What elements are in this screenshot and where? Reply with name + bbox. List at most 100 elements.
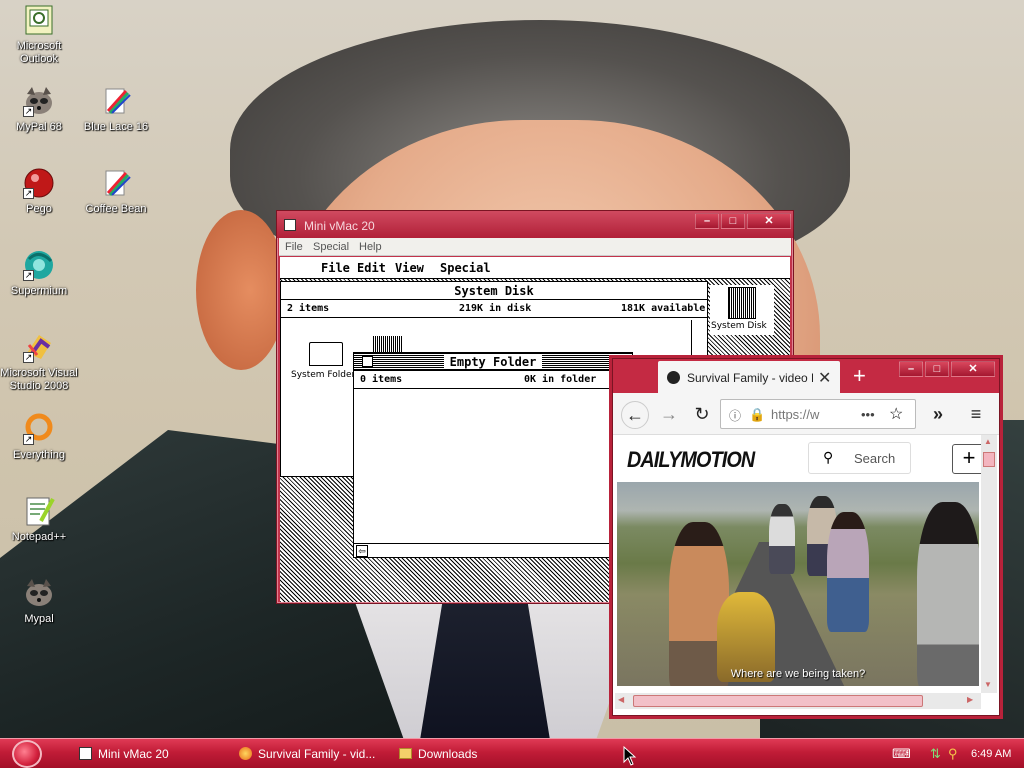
firefox-toolbar: ← → ↻ ⓘ 🔒 https://w ••• ☆ » ≡ <box>613 393 999 435</box>
desktop-icon-visual-studio[interactable]: ↗ Microsoft Visual Studio 2008 <box>0 331 79 393</box>
empty-folder-hscrollbar[interactable]: ⇦ <box>354 543 634 558</box>
mypal-icon <box>23 577 55 609</box>
url-text[interactable]: https://w <box>771 407 819 422</box>
desktop-icon-coffee-bean[interactable]: Coffee Bean <box>76 167 156 216</box>
network-icon[interactable]: ⇅ <box>930 742 941 766</box>
supermium-icon: ↗ <box>23 249 55 281</box>
empty-folder-info: 0 items 0K in folder <box>354 371 632 389</box>
task-label: Downloads <box>418 747 478 761</box>
task-label: Survival Family - vid... <box>258 747 376 761</box>
new-tab-icon[interactable]: + <box>853 363 866 389</box>
back-arrow-icon[interactable]: ← <box>621 401 649 429</box>
vertical-scrollbar[interactable]: ▲ ▼ <box>981 435 997 693</box>
desktop-icon-mypal[interactable]: Mypal <box>0 577 79 626</box>
blue-lace-icon <box>100 85 132 117</box>
scroll-right-arrow-icon[interactable]: ▶ <box>967 695 973 704</box>
firefox-task-icon <box>239 747 252 760</box>
search-tray-icon[interactable]: ⚲ <box>948 742 958 766</box>
desktop-icon-notepadpp[interactable]: Notepad++ <box>0 495 79 544</box>
minivmac-menubar: File Special Help <box>279 238 791 256</box>
hamburger-menu-icon[interactable]: ≡ <box>962 401 990 429</box>
dailymotion-logo[interactable]: DAILYMOTION <box>627 447 755 473</box>
mac-window-empty-folder[interactable]: Empty Folder 0 items 0K in folder ⇦ <box>353 352 634 558</box>
keyboard-icon[interactable]: ⌨ <box>892 742 911 766</box>
scroll-left-arrow-icon[interactable]: ⇦ <box>356 545 368 557</box>
mac-menu-special[interactable]: Special <box>440 261 491 275</box>
search-icon: ⚲ <box>823 449 834 465</box>
visual-studio-icon: ↗ <box>23 331 55 363</box>
video-person <box>769 504 795 574</box>
minivmac-task-icon <box>79 747 92 760</box>
forward-arrow-icon[interactable]: → <box>655 401 683 429</box>
dailymotion-favicon-icon <box>667 371 680 384</box>
scroll-left-arrow-icon[interactable]: ◀ <box>618 695 624 704</box>
mac-close-box[interactable] <box>362 356 373 367</box>
firefox-window[interactable]: Survival Family - video Dail ✕ + – □ ✕ ←… <box>612 358 1000 716</box>
empty-folder-titlebar[interactable]: Empty Folder <box>354 353 632 371</box>
desktop-icon-supermium[interactable]: ↗ Supermium <box>0 249 79 298</box>
system-disk-available: 181K available <box>621 303 706 314</box>
mac-menubar: File Edit View Special <box>280 257 790 279</box>
firefox-close-button[interactable]: ✕ <box>951 361 995 377</box>
tab-survival-family[interactable]: Survival Family - video Dail ✕ <box>658 361 840 393</box>
firefox-maximize-button[interactable]: □ <box>925 361 949 377</box>
overflow-chevron-icon[interactable]: » <box>924 401 952 429</box>
empty-folder-title: Empty Folder <box>443 355 543 369</box>
start-button[interactable] <box>8 739 48 768</box>
minimize-button[interactable]: – <box>695 213 719 229</box>
horizontal-scrollbar[interactable]: ◀ ▶ <box>615 693 981 709</box>
upload-plus-button[interactable]: + <box>952 444 981 474</box>
firefox-minimize-button[interactable]: – <box>899 361 923 377</box>
task-minivmac[interactable]: Mini vMac 20 <box>76 742 226 766</box>
reload-icon[interactable]: ↻ <box>688 401 716 429</box>
horizontal-scroll-thumb[interactable] <box>633 695 923 707</box>
task-downloads[interactable]: Downloads <box>396 742 546 766</box>
tab-close-icon[interactable]: ✕ <box>818 368 831 388</box>
search-label: Search <box>854 451 896 466</box>
mac-menu-view[interactable]: View <box>395 261 424 275</box>
desktop-icon-everything[interactable]: ↗ Everything <box>0 413 79 462</box>
minivmac-app-icon <box>284 219 296 231</box>
mac-disk-icon-area[interactable]: System Disk <box>710 285 774 335</box>
close-button[interactable]: ✕ <box>747 213 791 229</box>
system-disk-size: 219K in disk <box>459 303 532 314</box>
clock[interactable]: 6:49 AM <box>971 742 1011 766</box>
video-player[interactable]: Where are we being taken? <box>617 482 979 686</box>
app-icon-partial[interactable] <box>373 336 403 352</box>
video-subtitle: Where are we being taken? <box>730 668 866 680</box>
url-bar[interactable]: ⓘ 🔒 https://w ••• ☆ <box>720 399 916 429</box>
video-person <box>917 502 979 686</box>
desktop-icon-mypal68[interactable]: ↗ MyPal 68 <box>0 85 79 134</box>
task-label: Mini vMac 20 <box>98 747 169 761</box>
maximize-button[interactable]: □ <box>721 213 745 229</box>
system-disk-titlebar[interactable]: System Disk <box>281 282 707 300</box>
disk-icon <box>728 287 756 319</box>
taskbar: Mini vMac 20 Survival Family - vid... Do… <box>0 738 1024 768</box>
desktop-icon-blue-lace[interactable]: Blue Lace 16 <box>76 85 156 134</box>
system-disk-item-count: 2 items <box>287 303 330 314</box>
info-icon[interactable]: ⓘ <box>729 407 741 424</box>
lock-icon: 🔒 <box>749 407 766 422</box>
search-button[interactable]: ⚲ Search <box>808 442 911 474</box>
menu-file[interactable]: File <box>285 241 303 253</box>
empty-folder-size: 0K in folder <box>524 374 597 385</box>
desktop-icon-pego[interactable]: ↗ Pego <box>0 167 79 216</box>
menu-help[interactable]: Help <box>359 241 382 253</box>
mac-menu-file[interactable]: File <box>321 261 350 275</box>
menu-special[interactable]: Special <box>313 241 349 253</box>
start-orb-icon <box>12 740 42 768</box>
page-actions-icon[interactable]: ••• <box>861 407 875 422</box>
minivmac-titlebar[interactable]: Mini vMac 20 – □ ✕ <box>277 211 793 238</box>
mouse-cursor-icon <box>623 746 637 766</box>
folder-icon <box>399 748 412 759</box>
vertical-scroll-thumb[interactable] <box>983 452 995 467</box>
scroll-up-arrow-icon[interactable]: ▲ <box>984 437 992 446</box>
system-disk-title: System Disk <box>448 284 540 298</box>
bookmark-star-icon[interactable]: ☆ <box>889 404 903 424</box>
task-firefox[interactable]: Survival Family - vid... <box>236 742 386 766</box>
web-content[interactable]: DAILYMOTION ⚲ Search + Where are we bein… <box>615 435 981 691</box>
system-folder-icon[interactable] <box>309 342 343 366</box>
scroll-down-arrow-icon[interactable]: ▼ <box>984 680 992 689</box>
mac-menu-edit[interactable]: Edit <box>357 261 386 275</box>
desktop-icon-outlook[interactable]: Microsoft Outlook <box>0 4 79 66</box>
